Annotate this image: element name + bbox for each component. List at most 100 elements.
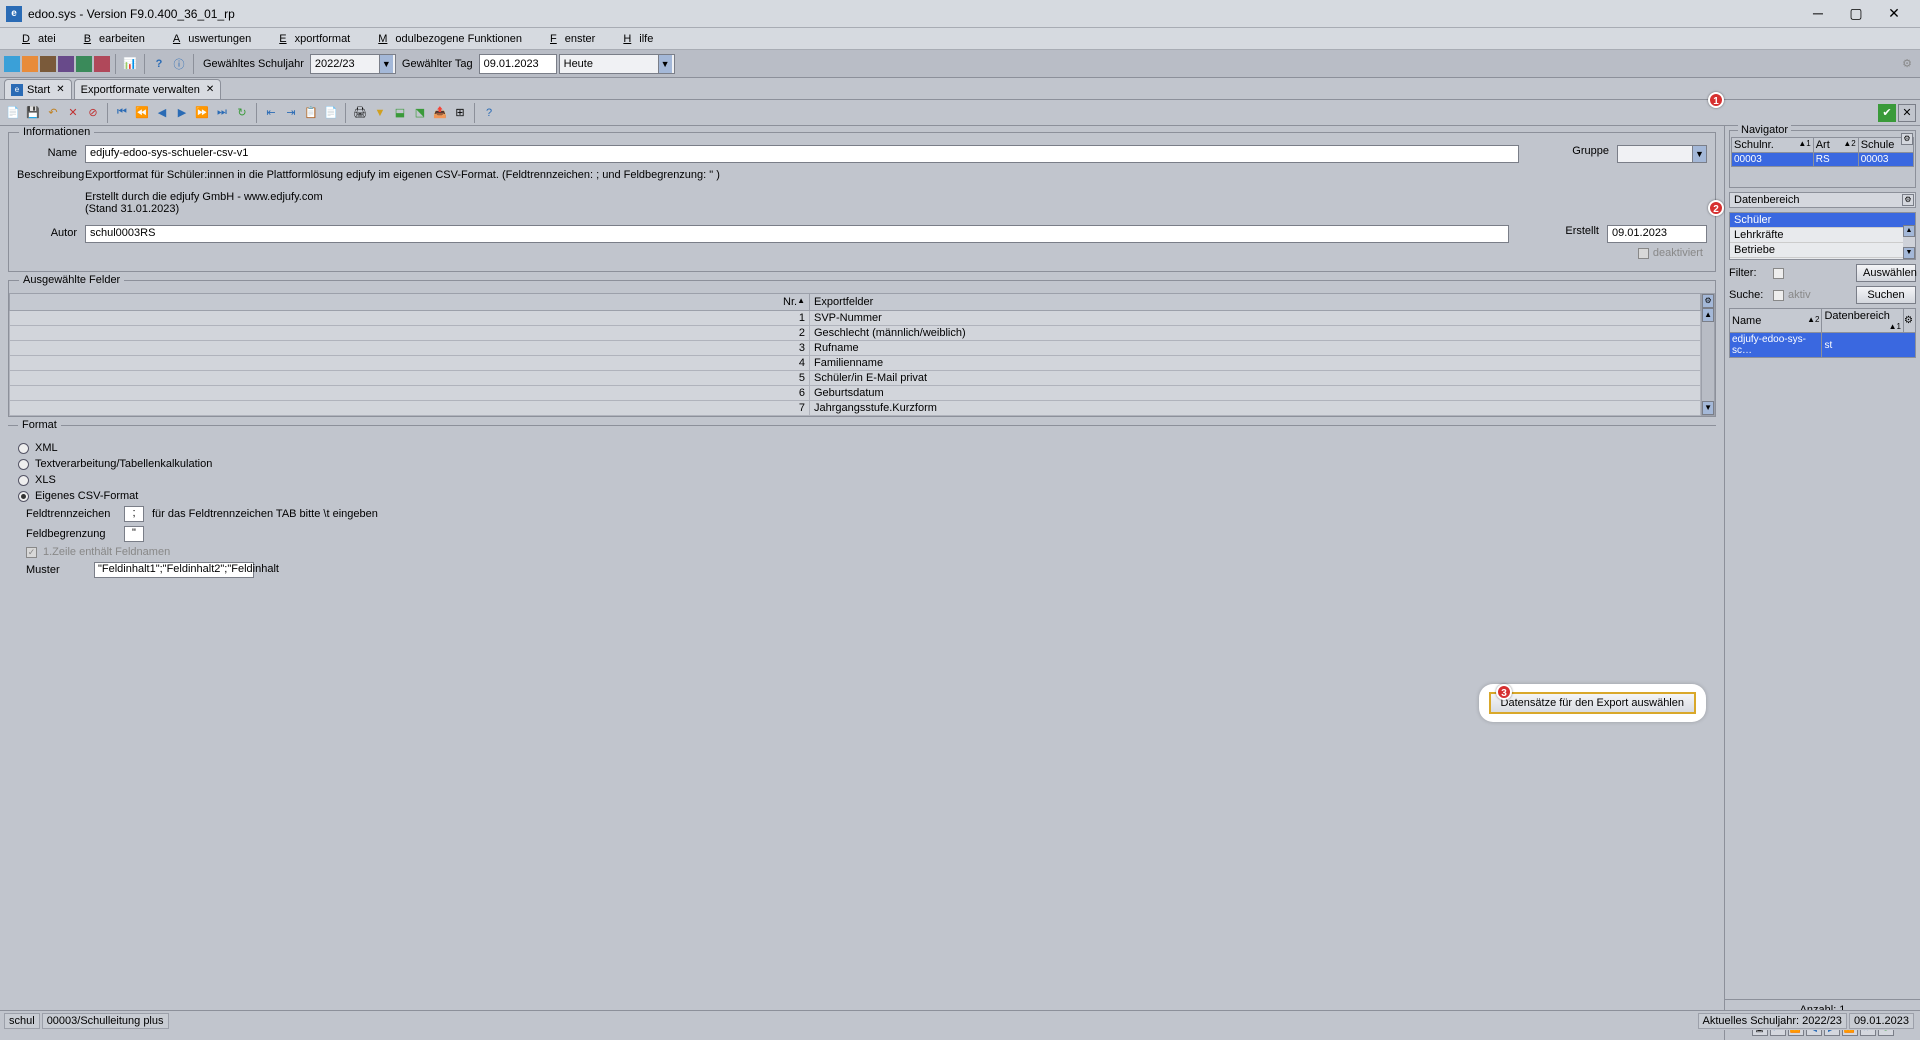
panel-close-icon[interactable]: ✕ bbox=[1898, 104, 1916, 122]
module-icon-4[interactable] bbox=[58, 56, 74, 72]
scroll-up-icon[interactable]: ▲ bbox=[1702, 308, 1714, 322]
help-icon[interactable]: ? bbox=[150, 55, 168, 73]
arrow-in-icon[interactable]: ⇤ bbox=[262, 104, 280, 122]
module-icon-3[interactable] bbox=[40, 56, 56, 72]
tool-icon-1[interactable]: ⬓ bbox=[391, 104, 409, 122]
radio-xls[interactable]: XLS bbox=[18, 474, 1698, 486]
cancel-icon[interactable]: ⊘ bbox=[84, 104, 102, 122]
settings-icon[interactable]: ⚙ bbox=[1898, 55, 1916, 73]
export-list-row[interactable]: edjufy-edoo-sys-sc… st bbox=[1730, 333, 1916, 358]
minimize-icon[interactable]: ─ bbox=[1808, 5, 1828, 22]
table-scrollbar[interactable]: ⚙ ▲ ▼ bbox=[1701, 293, 1715, 416]
menu-modulbezogene[interactable]: Modulbezogene Funktionen bbox=[362, 31, 530, 47]
table-row[interactable]: 2Geschlecht (männlich/weiblich) bbox=[10, 326, 1701, 341]
export-icon[interactable]: 📤 bbox=[431, 104, 449, 122]
auswaehlen-button[interactable]: Auswählen bbox=[1856, 264, 1916, 282]
scroll-gear-icon[interactable]: ⚙ bbox=[1702, 294, 1714, 308]
menu-exportformat[interactable]: Exportformat bbox=[263, 31, 358, 47]
chevron-down-icon[interactable]: ▼ bbox=[1692, 146, 1706, 162]
module-icon-1[interactable] bbox=[4, 56, 20, 72]
schuljahr-combo[interactable]: 2022/23▼ bbox=[310, 54, 396, 74]
chevron-down-icon[interactable]: ▼ bbox=[658, 55, 672, 73]
radio-xml[interactable]: XML bbox=[18, 442, 1698, 454]
nav-fastfwd-icon[interactable]: ⏩ bbox=[193, 104, 211, 122]
menu-auswertungen[interactable]: Auswertungen bbox=[157, 31, 259, 47]
new-icon[interactable]: 📄 bbox=[4, 104, 22, 122]
menu-bearbeiten[interactable]: Bearbeiten bbox=[68, 31, 153, 47]
col-datenbereich[interactable]: Datenbereich▲1 bbox=[1822, 309, 1904, 333]
table-row[interactable]: 6Geburtsdatum bbox=[10, 386, 1701, 401]
scroll-up-icon[interactable]: ▲ bbox=[1903, 225, 1915, 237]
module-icon-5[interactable] bbox=[76, 56, 92, 72]
col-export[interactable]: Exportfelder bbox=[810, 294, 1701, 311]
export-select-button[interactable]: Datensätze für den Export auswählen bbox=[1489, 692, 1696, 714]
gear-icon[interactable]: ⚙ bbox=[1904, 309, 1916, 333]
col-schulnr[interactable]: Schulnr.▲1 bbox=[1732, 138, 1814, 153]
firstrow-checkbox[interactable]: ✓ bbox=[26, 547, 37, 558]
autor-input[interactable]: schul0003RS bbox=[85, 225, 1509, 243]
chart-icon[interactable]: 📊 bbox=[121, 55, 139, 73]
tab-exportformate[interactable]: Exportformate verwalten ✕ bbox=[74, 79, 222, 99]
gear-icon[interactable]: ⚙ bbox=[1902, 194, 1914, 206]
tag-input[interactable]: 09.01.2023 bbox=[479, 54, 557, 74]
close-icon[interactable]: ✕ bbox=[1884, 5, 1904, 22]
arrow-out-icon[interactable]: ⇥ bbox=[282, 104, 300, 122]
scroll-down-icon[interactable]: ▼ bbox=[1702, 401, 1714, 415]
radio-csv[interactable]: Eigenes CSV-Format bbox=[18, 490, 1698, 502]
delete-icon[interactable]: ✕ bbox=[64, 104, 82, 122]
table-row[interactable]: 5Schüler/in E-Mail privat bbox=[10, 371, 1701, 386]
aktiv-checkbox[interactable] bbox=[1773, 290, 1784, 301]
erstellt-input[interactable]: 09.01.2023 bbox=[1607, 225, 1707, 243]
menu-hilfe[interactable]: Hilfe bbox=[607, 31, 661, 47]
module-icon-2[interactable] bbox=[22, 56, 38, 72]
nav-fastback-icon[interactable]: ⏪ bbox=[133, 104, 151, 122]
chevron-down-icon[interactable]: ▼ bbox=[379, 55, 393, 73]
bereich-lehrkraefte[interactable]: Lehrkräfte bbox=[1730, 228, 1915, 243]
tab-start[interactable]: e Start ✕ bbox=[4, 79, 72, 99]
table-row[interactable]: 4Familienname bbox=[10, 356, 1701, 371]
period-combo[interactable]: Heute▼ bbox=[559, 54, 675, 74]
filter-checkbox[interactable] bbox=[1773, 268, 1784, 279]
col-nr[interactable]: Nr. ▲ bbox=[10, 294, 810, 311]
scroll-down-icon[interactable]: ▼ bbox=[1903, 247, 1915, 259]
feldtrenn-input[interactable]: ; bbox=[124, 506, 144, 522]
table-row[interactable]: 1SVP-Nummer bbox=[10, 311, 1701, 326]
tab-close-icon[interactable]: ✕ bbox=[56, 84, 64, 95]
save-icon[interactable]: 💾 bbox=[24, 104, 42, 122]
table-row[interactable]: 3Rufname bbox=[10, 341, 1701, 356]
deaktiviert-checkbox[interactable] bbox=[1638, 248, 1649, 259]
undo-icon[interactable]: ↶ bbox=[44, 104, 62, 122]
bereich-betriebe[interactable]: Betriebe bbox=[1730, 243, 1915, 258]
suchen-button[interactable]: Suchen bbox=[1856, 286, 1916, 304]
bereich-schueler[interactable]: Schüler bbox=[1730, 213, 1915, 228]
confirm-icon[interactable]: ✔ bbox=[1878, 104, 1896, 122]
name-input[interactable]: edjufy-edoo-sys-schueler-csv-v1 bbox=[85, 145, 1519, 163]
maximize-icon[interactable]: ▢ bbox=[1846, 5, 1866, 22]
school-row[interactable]: 00003 RS 00003 bbox=[1732, 153, 1914, 167]
menu-fenster[interactable]: Fenster bbox=[534, 31, 603, 47]
help-icon[interactable]: ? bbox=[480, 104, 498, 122]
info-icon[interactable]: ⓘ bbox=[170, 55, 188, 73]
print-icon[interactable]: 🖨 bbox=[351, 104, 369, 122]
refresh-icon[interactable]: ↻ bbox=[233, 104, 251, 122]
filter-icon[interactable]: ▼ bbox=[371, 104, 389, 122]
nav-last-icon[interactable]: ⏭ bbox=[213, 104, 231, 122]
menu-datei[interactable]: Datei bbox=[6, 31, 64, 47]
tree-icon[interactable]: ⊞ bbox=[451, 104, 469, 122]
nav-fwd-icon[interactable]: ▶ bbox=[173, 104, 191, 122]
gear-icon[interactable]: ⚙ bbox=[1901, 133, 1913, 145]
table-row[interactable]: 7Jahrgangsstufe.Kurzform bbox=[10, 401, 1701, 416]
tab-close-icon[interactable]: ✕ bbox=[206, 84, 214, 95]
list-scrollbar[interactable]: ▲ ▼ bbox=[1903, 225, 1915, 259]
nav-first-icon[interactable]: ⏮ bbox=[113, 104, 131, 122]
radio-txt[interactable]: Textverarbeitung/Tabellenkalkulation bbox=[18, 458, 1698, 470]
feldbegrenz-input[interactable]: " bbox=[124, 526, 144, 542]
col-art[interactable]: Art▲2 bbox=[1813, 138, 1858, 153]
muster-input[interactable]: "Feldinhalt1";"Feldinhalt2";"Feldinhalt bbox=[94, 562, 254, 578]
nav-back-icon[interactable]: ◀ bbox=[153, 104, 171, 122]
paste-icon[interactable]: 📄 bbox=[322, 104, 340, 122]
gruppe-combo[interactable]: ▼ bbox=[1617, 145, 1707, 163]
copy-icon[interactable]: 📋 bbox=[302, 104, 320, 122]
col-name[interactable]: Name▲2 bbox=[1730, 309, 1822, 333]
tool-icon-2[interactable]: ⬔ bbox=[411, 104, 429, 122]
